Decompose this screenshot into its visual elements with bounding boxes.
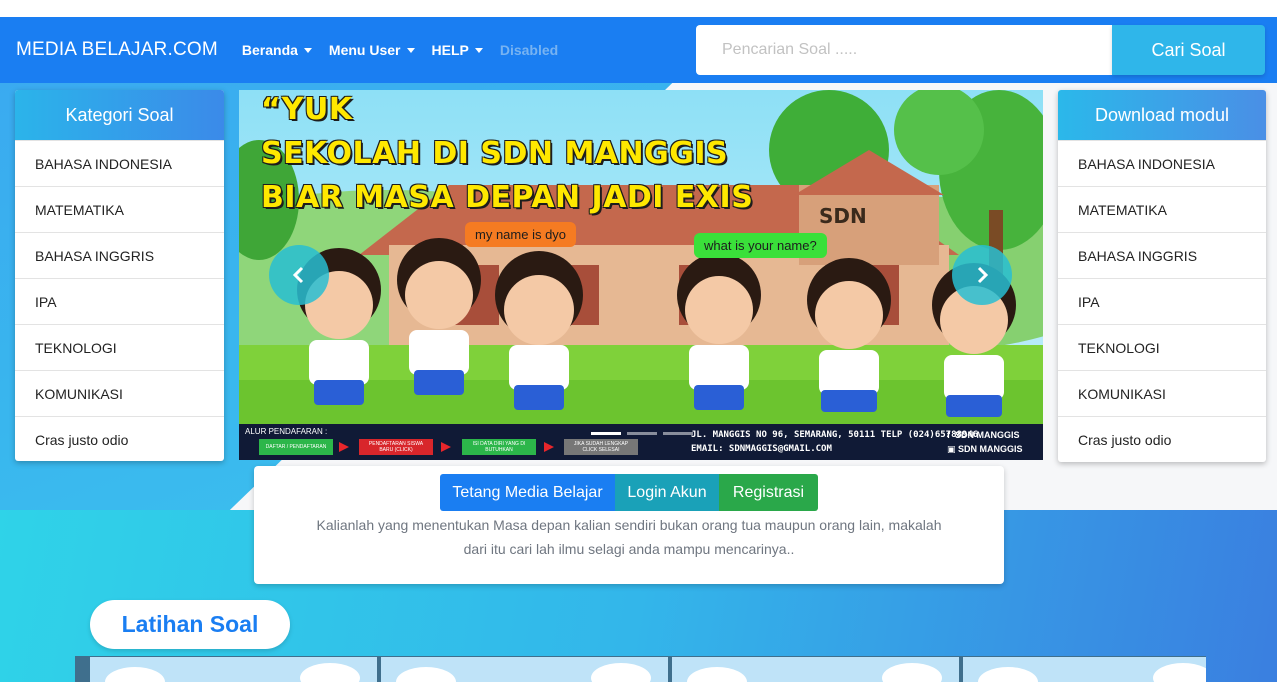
carousel-indicator-1[interactable] bbox=[591, 432, 621, 435]
exercise-card[interactable] bbox=[381, 657, 668, 682]
cloud-decoration bbox=[396, 667, 456, 682]
nav-item-label: Beranda bbox=[241, 42, 298, 58]
navbar: MEDIA BELAJAR.COM Beranda Menu User HELP… bbox=[0, 17, 1277, 83]
exercise-cards-row bbox=[75, 656, 1206, 682]
step-4-label: JIKA SUDAH LENGKAP CLICK SELESAI bbox=[564, 439, 638, 455]
cloud-decoration bbox=[882, 663, 942, 682]
cloud-decoration bbox=[1153, 663, 1206, 682]
download-item-bahasa-inggris[interactable]: BAHASA INGGRIS bbox=[1058, 232, 1266, 278]
caret-down-icon bbox=[406, 47, 415, 53]
speech-bubble-left: my name is dyo bbox=[465, 222, 577, 247]
info-text-line-2: dari itu cari lah ilmu selagi anda mampu… bbox=[463, 541, 795, 557]
facebook-label: f SDN MANGGIS bbox=[947, 430, 1020, 440]
search-input[interactable] bbox=[696, 25, 1113, 75]
category-item-komunikasi[interactable]: KOMUNIKASI bbox=[15, 370, 224, 416]
slide-headline-line-1: “YUK bbox=[261, 92, 353, 127]
brand-logo[interactable]: MEDIA BELAJAR.COM bbox=[16, 39, 218, 61]
slide-footer-banner: ALUR PENDAFARAN : DAFTAR / PENDAFTARAN P… bbox=[239, 424, 1043, 460]
carousel-next-button[interactable] bbox=[952, 245, 1012, 305]
download-item-komunikasi[interactable]: KOMUNIKASI bbox=[1058, 370, 1266, 416]
instagram-label: ▣ SDN MANGGIS bbox=[947, 444, 1023, 455]
facebook-icon: f bbox=[947, 430, 955, 440]
school-sign: SDN bbox=[819, 204, 867, 228]
hero-carousel: “YUK SEKOLAH DI SDN MANGGIS BIAR MASA DE… bbox=[239, 90, 1043, 460]
slide-headline-line-2: SEKOLAH DI SDN MANGGIS bbox=[261, 136, 729, 171]
nav-item-help[interactable]: HELP bbox=[432, 42, 483, 58]
category-item-ipa[interactable]: IPA bbox=[15, 278, 224, 324]
nav-item-label: HELP bbox=[431, 42, 469, 58]
download-item-cras-justo-odio[interactable]: Cras justo odio bbox=[1058, 416, 1266, 462]
page-top-strip bbox=[0, 0, 1277, 17]
search-button[interactable]: Cari Soal bbox=[1112, 25, 1265, 75]
instagram-handle: SDN MANGGIS bbox=[958, 444, 1023, 454]
download-item-teknologi[interactable]: TEKNOLOGI bbox=[1058, 324, 1266, 370]
instagram-icon: ▣ bbox=[947, 444, 959, 454]
carousel-indicator-3[interactable] bbox=[663, 432, 693, 435]
info-button-group: Tetang Media Belajar Login Akun Registra… bbox=[440, 474, 818, 511]
exercise-card[interactable] bbox=[963, 657, 1206, 682]
exercise-card[interactable] bbox=[672, 657, 959, 682]
download-item-ipa[interactable]: IPA bbox=[1058, 278, 1266, 324]
cloud-decoration bbox=[300, 663, 360, 682]
speech-bubble-right: what is your name? bbox=[694, 233, 827, 258]
download-item-matematika[interactable]: MATEMATIKA bbox=[1058, 186, 1266, 232]
caret-down-icon bbox=[474, 47, 483, 53]
nav-item-beranda[interactable]: Beranda bbox=[242, 42, 312, 58]
facebook-handle: SDN MANGGIS bbox=[955, 430, 1020, 440]
footer-title: ALUR PENDAFARAN : bbox=[245, 427, 328, 436]
cloud-decoration bbox=[591, 663, 651, 682]
download-panel-title: Download modul bbox=[1058, 90, 1266, 140]
arrow-right-icon bbox=[544, 442, 554, 452]
step-2-label: PENDAFTARAN SISWA BARU (CLICK) bbox=[359, 439, 433, 455]
category-panel: Kategori Soal BAHASA INDONESIA MATEMATIK… bbox=[15, 90, 224, 461]
category-panel-title: Kategori Soal bbox=[15, 90, 224, 140]
info-card: Tetang Media Belajar Login Akun Registra… bbox=[254, 466, 1004, 584]
category-item-bahasa-indonesia[interactable]: BAHASA INDONESIA bbox=[15, 140, 224, 186]
nav-item-disabled: Disabled bbox=[499, 42, 559, 58]
nav-links: Beranda Menu User HELP Disabled bbox=[242, 42, 558, 58]
step-1-label: DAFTAR / PENDAFTARAN bbox=[259, 439, 333, 455]
about-button[interactable]: Tetang Media Belajar bbox=[440, 474, 615, 511]
category-item-cras-justo-odio[interactable]: Cras justo odio bbox=[15, 416, 224, 461]
school-address: JL. MANGGIS NO 96, SEMARANG, 50111 TELP … bbox=[691, 430, 979, 440]
latihan-soal-heading: Latihan Soal bbox=[90, 600, 290, 649]
category-item-bahasa-inggris[interactable]: BAHASA INGGRIS bbox=[15, 232, 224, 278]
carousel-prev-button[interactable] bbox=[269, 245, 329, 305]
register-button[interactable]: Registrasi bbox=[719, 474, 818, 511]
cloud-decoration bbox=[687, 667, 747, 682]
cloud-decoration bbox=[978, 667, 1038, 682]
category-item-teknologi[interactable]: TEKNOLOGI bbox=[15, 324, 224, 370]
download-item-bahasa-indonesia[interactable]: BAHASA INDONESIA bbox=[1058, 140, 1266, 186]
cloud-decoration bbox=[105, 667, 165, 682]
download-panel: Download modul BAHASA INDONESIA MATEMATI… bbox=[1058, 90, 1266, 462]
chevron-right-icon bbox=[977, 266, 989, 284]
login-button[interactable]: Login Akun bbox=[615, 474, 719, 511]
nav-item-menu-user[interactable]: Menu User bbox=[329, 42, 415, 58]
school-email: EMAIL: SDNMAGGIS@GMAIL.COM bbox=[691, 444, 832, 454]
step-3-label: ISI DATA DIRI YANG DI BUTUHKAN bbox=[462, 439, 536, 455]
exercise-card[interactable] bbox=[90, 657, 377, 682]
nav-item-label: Menu User bbox=[328, 42, 401, 58]
category-item-matematika[interactable]: MATEMATIKA bbox=[15, 186, 224, 232]
caret-down-icon bbox=[303, 47, 312, 53]
slide-headline-line-3: BIAR MASA DEPAN JADI EXIS bbox=[261, 180, 754, 215]
arrow-right-icon bbox=[339, 442, 349, 452]
carousel-indicator-2[interactable] bbox=[627, 432, 657, 435]
chevron-left-icon bbox=[292, 266, 304, 284]
info-text-line-1: Kalianlah yang menentukan Masa depan kal… bbox=[316, 517, 942, 533]
info-description: Kalianlah yang menentukan Masa depan kal… bbox=[294, 513, 964, 561]
arrow-right-icon bbox=[441, 442, 451, 452]
